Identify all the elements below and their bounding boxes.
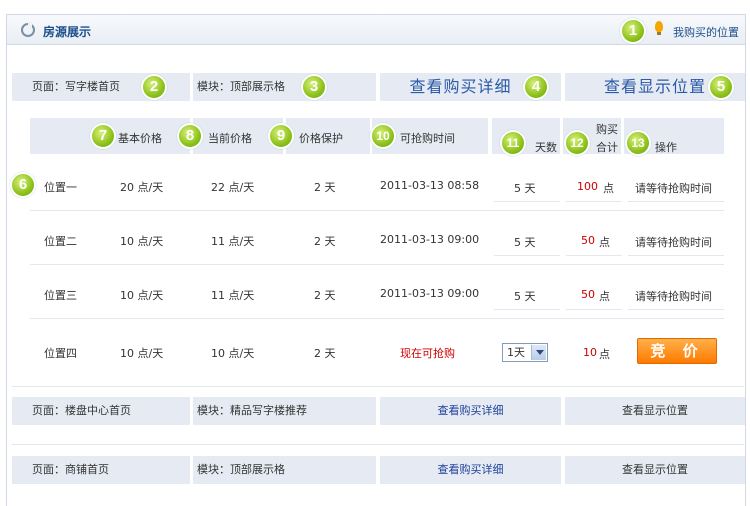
- cell-underline: [494, 255, 560, 256]
- lightbulb-icon: [655, 21, 663, 35]
- row-divider: [30, 264, 724, 265]
- cell-underline: [494, 201, 560, 202]
- position-name: 位置四: [44, 347, 77, 360]
- action-status: 请等待抢购时间: [635, 290, 712, 303]
- action-status: 请等待抢购时间: [635, 236, 712, 249]
- section-divider: [12, 444, 744, 445]
- refresh-icon: [21, 22, 35, 37]
- action-status: 请等待抢购时间: [635, 182, 712, 195]
- section-divider: [12, 386, 744, 387]
- column-base-price: 基本价格: [118, 132, 162, 145]
- row-divider: [30, 210, 724, 211]
- cell-underline: [628, 309, 724, 310]
- page-label-shop-home: 页面：商铺首页: [12, 456, 190, 484]
- callout-badge-12: 12: [564, 130, 590, 156]
- view-display-position-link[interactable]: 查看显示位置: [565, 397, 745, 425]
- total-amount: 50: [581, 234, 595, 247]
- cell-underline: [566, 201, 622, 202]
- panel-title: 房源展示: [43, 25, 92, 39]
- page-label-estate-center: 页面：楼盘中心首页: [12, 397, 190, 425]
- current-price: 10 点/天: [211, 347, 255, 360]
- column-grab-time: 可抢购时间: [400, 132, 455, 145]
- callout-badge-7: 7: [90, 123, 116, 149]
- price-protect: 2 天: [314, 289, 336, 302]
- callout-badge-10: 10: [370, 123, 396, 149]
- current-price: 11 点/天: [211, 235, 255, 248]
- view-purchase-detail-link[interactable]: 查看购买详细: [380, 397, 561, 425]
- base-price: 20 点/天: [120, 181, 164, 194]
- callout-badge-2: 2: [141, 74, 167, 100]
- cell-underline: [566, 309, 622, 310]
- days-select[interactable]: 1天: [502, 343, 548, 362]
- total-amount: 50: [581, 288, 595, 301]
- total-unit: 点: [599, 236, 610, 249]
- callout-badge-13: 13: [625, 130, 651, 156]
- total-unit: 点: [599, 290, 610, 303]
- price-protect: 2 天: [314, 235, 336, 248]
- current-price: 11 点/天: [211, 289, 255, 302]
- view-display-position-link[interactable]: 查看显示位置: [565, 456, 745, 484]
- current-price: 22 点/天: [211, 181, 255, 194]
- my-position-link[interactable]: 我购买的位置: [673, 24, 739, 40]
- callout-badge-8: 8: [177, 123, 203, 149]
- row-divider: [30, 318, 724, 319]
- days: 5 天: [514, 182, 536, 195]
- grab-time: 2011-03-13 09:00: [380, 287, 480, 300]
- bid-button[interactable]: 竞 价: [637, 338, 717, 364]
- module-label-top-grid: 模块：顶部展示格: [193, 73, 376, 101]
- callout-badge-9: 9: [268, 123, 294, 149]
- cell-underline: [494, 309, 560, 310]
- position-name: 位置二: [44, 235, 77, 248]
- cell-underline: [566, 255, 622, 256]
- cell-underline: [628, 255, 724, 256]
- base-price: 10 点/天: [120, 347, 164, 360]
- price-protect: 2 天: [314, 347, 336, 360]
- column-total-line1: 购买: [596, 123, 618, 136]
- callout-badge-11: 11: [500, 130, 526, 156]
- module-label-top-grid: 模块：顶部展示格: [193, 456, 376, 484]
- total-amount: 100: [577, 180, 598, 193]
- position-name: 位置三: [44, 289, 77, 302]
- base-price: 10 点/天: [120, 289, 164, 302]
- grab-time: 2011-03-13 09:00: [380, 233, 480, 246]
- callout-badge-4: 4: [523, 74, 549, 100]
- column-action: 操作: [655, 141, 677, 154]
- grab-available-now: 现在可抢购: [400, 347, 455, 360]
- module-label-premium-office: 模块：精品写字楼推荐: [193, 397, 376, 425]
- days: 5 天: [514, 236, 536, 249]
- callout-badge-3: 3: [301, 74, 327, 100]
- callout-badge-5: 5: [708, 74, 734, 100]
- base-price: 10 点/天: [120, 235, 164, 248]
- cell-underline: [628, 201, 724, 202]
- view-purchase-detail-link[interactable]: 查看购买详细: [380, 456, 561, 484]
- total-unit: 点: [599, 348, 610, 361]
- callout-badge-6: 6: [10, 172, 36, 198]
- grab-time: 2011-03-13 08:58: [380, 179, 480, 192]
- days: 5 天: [514, 290, 536, 303]
- total-amount: 10: [583, 346, 597, 359]
- position-name: 位置一: [44, 181, 77, 194]
- callout-badge-1: 1: [620, 18, 646, 44]
- chevron-down-icon[interactable]: [531, 345, 546, 360]
- column-current-price: 当前价格: [208, 132, 252, 145]
- price-protect: 2 天: [314, 181, 336, 194]
- column-total-line2: 合计: [596, 141, 618, 154]
- column-days: 天数: [535, 141, 557, 154]
- total-unit: 点: [603, 182, 614, 195]
- column-price-protect: 价格保护: [299, 132, 343, 145]
